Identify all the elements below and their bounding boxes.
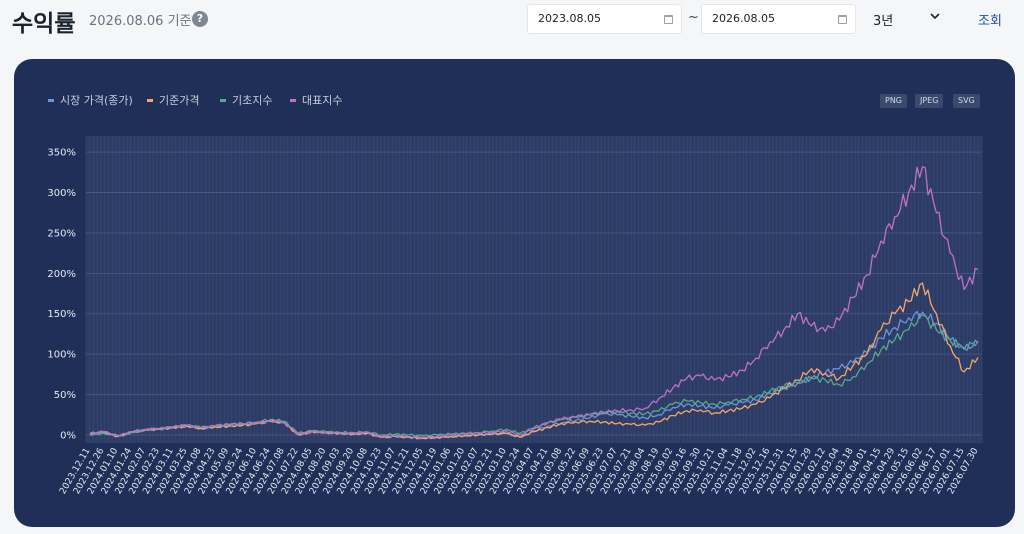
y-tick-label: 100% <box>47 350 76 361</box>
query-button[interactable]: 조회 <box>978 10 1002 29</box>
period-select[interactable]: 3년 <box>873 10 893 29</box>
y-tick-label: 200% <box>47 269 76 280</box>
line-chart: 0%50%100%150%200%250%300%350%2023.12.112… <box>47 136 983 496</box>
y-tick-label: 50% <box>54 390 76 401</box>
chart-card: 시장 가격(종가) 기준가격 기초지수 대표지수 PNG JPEG SVG 0%… <box>14 59 1015 527</box>
y-tick-label: 0% <box>60 430 76 441</box>
start-date-value: 2023.08.05 <box>538 12 601 25</box>
calendar-icon[interactable] <box>838 15 847 24</box>
chevron-down-icon[interactable] <box>930 12 940 20</box>
end-date-field[interactable]: 2026.08.05 <box>701 4 856 34</box>
end-date-value: 2026.08.05 <box>712 12 775 25</box>
help-icon[interactable]: ? <box>192 11 208 27</box>
y-tick-label: 300% <box>47 188 76 199</box>
page-title: 수익률 <box>12 11 76 37</box>
date-range-separator: ~ <box>688 10 699 25</box>
header-bar: 수익률 2026.08.06 기준 ? 2023.08.05 ~ 2026.08… <box>0 0 1024 40</box>
start-date-field[interactable]: 2023.08.05 <box>527 4 682 34</box>
y-tick-label: 250% <box>47 228 76 239</box>
base-date-label: 2026.08.06 기준 <box>89 14 192 29</box>
y-tick-label: 350% <box>47 148 76 159</box>
y-tick-label: 150% <box>47 309 76 320</box>
calendar-icon[interactable] <box>664 15 673 24</box>
